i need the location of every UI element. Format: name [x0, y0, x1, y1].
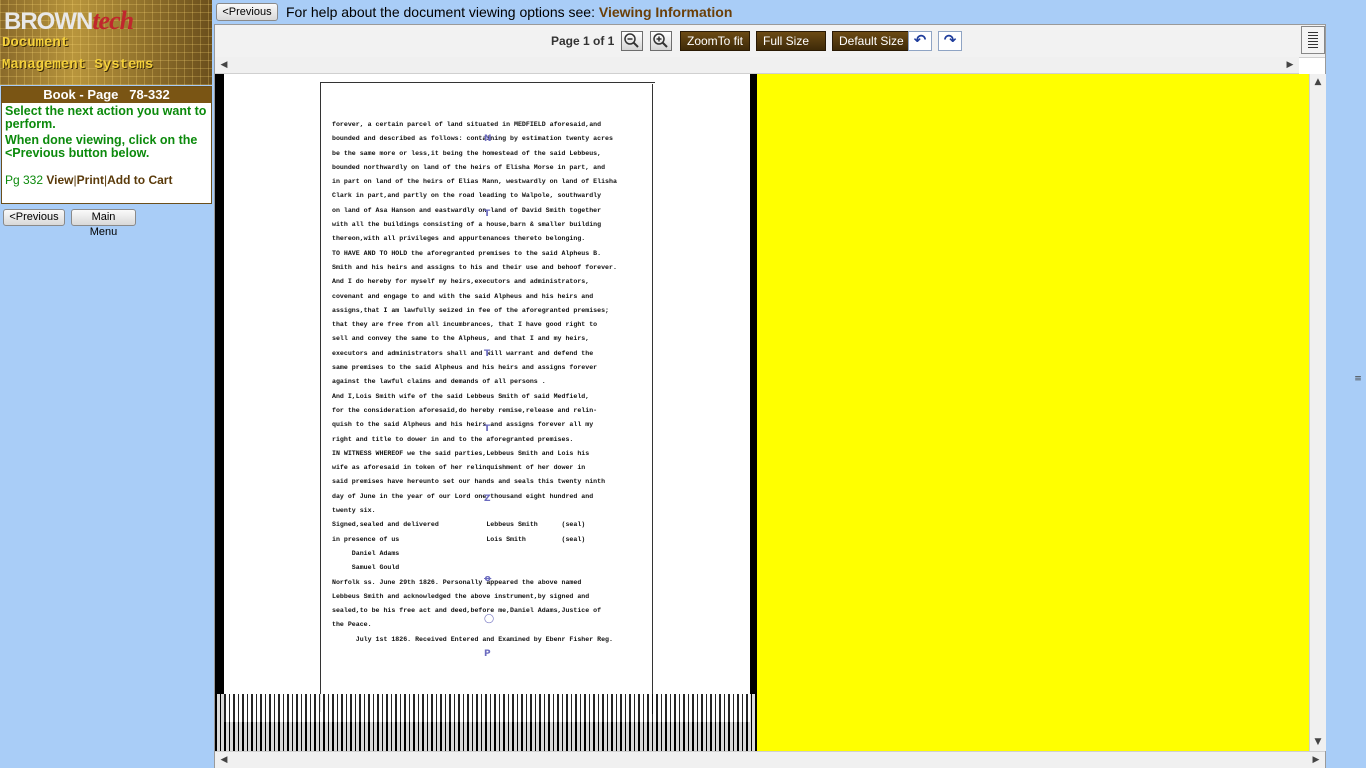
help-text: For help about the document viewing opti…	[286, 4, 595, 20]
page-number-label: Pg 332	[5, 173, 44, 187]
browntech-logo: BROWNtech Document Management Systems	[0, 0, 212, 85]
rotate-left-icon: ↶	[913, 31, 927, 49]
page-top-rule	[320, 82, 655, 83]
zoom-out-button[interactable]	[621, 31, 643, 51]
rotate-right-icon: ↷	[943, 31, 957, 49]
view-link[interactable]: View	[46, 173, 73, 187]
document-info-panel: Book - Page 78-332 Select the next actio…	[1, 86, 212, 204]
viewer-toolbar: Page 1 of 1 ZoomTo fit Full Size Default…	[215, 25, 1325, 58]
scroll-left-arrow-icon[interactable]: ◀	[217, 58, 231, 72]
default-size-button[interactable]: Default Size	[832, 31, 911, 51]
panel-toggle-handle[interactable]	[1301, 26, 1325, 54]
zoom-out-icon	[624, 33, 639, 48]
handle-line	[1308, 41, 1318, 42]
document-canvas: forever, a certain parcel of land situat…	[215, 74, 1309, 751]
scroll-right-arrow-icon[interactable]: ▶	[1309, 753, 1323, 767]
main-menu-button[interactable]: Main Menu	[71, 209, 136, 238]
page-paper: forever, a certain parcel of land situat…	[224, 74, 750, 722]
certified-copy-watermark: N T T T Z ꝋ ◯ P	[484, 134, 495, 659]
book-page-header: Book - Page 78-332	[2, 87, 211, 103]
full-size-button[interactable]: Full Size	[756, 31, 826, 51]
handle-line	[1308, 38, 1318, 39]
logo-tagline-line2: Management Systems	[2, 57, 154, 73]
document-viewer: Page 1 of 1 ZoomTo fit Full Size Default…	[214, 24, 1326, 768]
add-to-cart-link[interactable]: Add to Cart	[107, 173, 172, 187]
logo-tagline: Document Management Systems	[2, 32, 153, 76]
zoom-in-button[interactable]	[650, 31, 672, 51]
rotate-left-button[interactable]: ↶	[908, 31, 932, 51]
page-actions: Pg 332 View|Print|Add to Cart	[2, 163, 211, 187]
page-scrollbar[interactable]: ≡	[1350, 0, 1366, 768]
instruction-done-viewing: When done viewing, click on the <Previou…	[5, 133, 198, 160]
left-previous-button[interactable]: <Previous	[3, 209, 65, 226]
vertical-scrollbar[interactable]: ▲ ▼	[1309, 74, 1326, 751]
zoom-in-icon	[653, 33, 668, 48]
handle-line	[1308, 44, 1318, 45]
rotate-right-button[interactable]: ↷	[938, 31, 962, 51]
logo-brown: BROWN	[4, 8, 93, 35]
zoom-to-fit-button[interactable]: ZoomTo fit	[680, 31, 751, 51]
top-previous-button[interactable]: <Previous	[216, 3, 278, 21]
scanned-page-image: forever, a certain parcel of land situat…	[215, 74, 757, 751]
scroll-up-arrow-icon[interactable]: ▲	[1311, 75, 1325, 89]
print-link[interactable]: Print	[77, 173, 104, 187]
top-horizontal-scrollbar[interactable]: ◀ ▶	[215, 57, 1299, 74]
scroll-grip-icon[interactable]: ≡	[1351, 372, 1365, 386]
handle-line	[1308, 32, 1318, 33]
bottom-horizontal-scrollbar[interactable]: ◀ ▶	[215, 751, 1325, 768]
logo-tech: tech	[92, 6, 134, 35]
instruction-select-action: Select the next action you want to perfo…	[5, 104, 207, 131]
page-left-rule	[320, 82, 321, 712]
instructions: Select the next action you want to perfo…	[2, 103, 211, 160]
scan-noise-bottom	[215, 694, 757, 751]
page-right-rule	[652, 84, 653, 714]
page-count-label: Page 1 of 1	[551, 34, 615, 48]
scroll-down-arrow-icon[interactable]: ▼	[1311, 735, 1325, 749]
viewing-information-link[interactable]: Viewing Information	[599, 4, 733, 20]
handle-line	[1308, 35, 1318, 36]
handle-line	[1308, 47, 1318, 48]
help-line: For help about the document viewing opti…	[286, 4, 732, 20]
scroll-right-arrow-icon[interactable]: ▶	[1283, 58, 1297, 72]
scroll-left-arrow-icon[interactable]: ◀	[217, 753, 231, 767]
logo-tagline-line1: Document	[2, 35, 70, 51]
